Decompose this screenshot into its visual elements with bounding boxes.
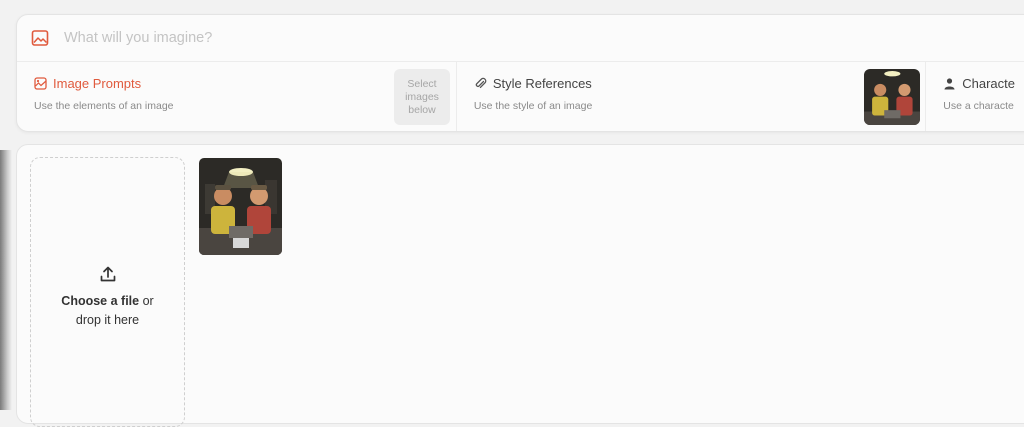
image-prompts-title: Image Prompts xyxy=(34,76,456,91)
character-label: Characte xyxy=(962,76,1015,91)
upload-line-2: drop it here xyxy=(75,313,140,327)
style-references-title: Style References xyxy=(474,76,925,91)
select-label-line: below xyxy=(408,104,436,116)
style-references-label: Style References xyxy=(492,76,592,91)
reference-row: Image Prompts Use the elements of an ima… xyxy=(17,62,1024,131)
character-title: Characte xyxy=(943,76,1024,91)
style-reference-thumbnail[interactable] xyxy=(863,69,920,125)
select-images-placeholder[interactable]: Select images below xyxy=(394,69,450,125)
select-label-line: Select xyxy=(407,78,437,90)
image-prompts-description: Use the elements of an image xyxy=(34,100,174,112)
prompt-input[interactable] xyxy=(62,29,762,47)
select-label-line: images xyxy=(405,91,439,103)
style-references-description: Use the style of an image xyxy=(473,100,593,112)
upload-line-1: Choose a file or xyxy=(61,292,153,311)
image-prompt-icon xyxy=(34,77,47,90)
paperclip-icon xyxy=(474,77,487,90)
prompt-panel: Image Prompts Use the elements of an ima… xyxy=(16,14,1024,132)
background-edge xyxy=(0,150,12,410)
style-references-card[interactable]: Style References Use the style of an ima… xyxy=(457,62,927,131)
upload-icon xyxy=(100,266,115,282)
person-icon xyxy=(943,77,956,90)
gallery-image-thumbnail[interactable] xyxy=(199,158,282,255)
prompt-row xyxy=(17,15,1024,62)
upload-instructions: Choose a file or drop it here xyxy=(61,292,153,330)
choose-file-text: Choose a file xyxy=(61,294,140,308)
upload-dropzone[interactable]: Choose a file or drop it here xyxy=(30,157,185,427)
image-icon[interactable] xyxy=(31,29,49,47)
image-gallery-panel: Choose a file or drop it here xyxy=(16,144,1024,427)
character-card[interactable]: Characte Use a characte xyxy=(926,62,1024,131)
image-prompts-card[interactable]: Image Prompts Use the elements of an ima… xyxy=(17,62,457,131)
character-description: Use a characte xyxy=(943,100,1014,112)
or-text: or xyxy=(139,294,154,308)
image-prompts-label: Image Prompts xyxy=(53,76,142,91)
